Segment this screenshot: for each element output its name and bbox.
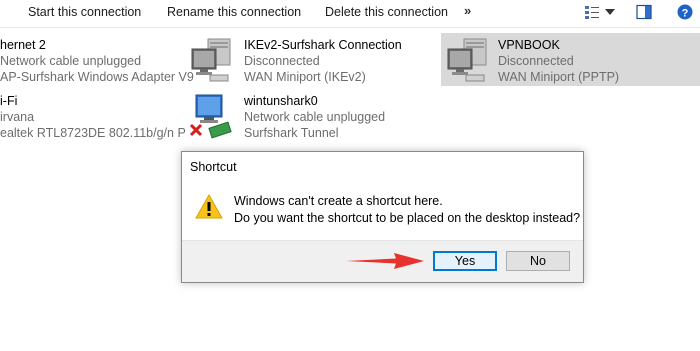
yes-button[interactable]: Yes: [433, 251, 497, 271]
network-computer-icon: [447, 38, 487, 82]
dialog-message-line2: Do you want the shortcut to be placed on…: [234, 211, 581, 225]
connection-name: VPNBOOK: [498, 38, 560, 52]
connection-device: WAN Miniport (PPTP): [498, 70, 620, 84]
network-computer-icon: [191, 38, 231, 82]
warning-icon: [195, 194, 223, 219]
command-bar: Start this connection Rename this connec…: [0, 0, 700, 28]
connection-name: wintunshark0: [244, 94, 318, 108]
change-view-icon[interactable]: [584, 4, 600, 20]
connection-status: Disconnected: [498, 54, 574, 68]
no-button[interactable]: No: [506, 251, 570, 271]
connection-item-wintunshark0[interactable]: wintunshark0 Network cable unplugged Sur…: [188, 91, 418, 140]
dialog-message-line1: Windows can't create a shortcut here.: [234, 194, 443, 208]
svg-text:?: ?: [682, 8, 689, 20]
network-adapter-icon: [189, 94, 232, 139]
preview-pane-icon[interactable]: [636, 4, 652, 20]
chevron-down-icon[interactable]: [605, 9, 615, 15]
connection-device: ealtek RTL8723DE 802.11b/g/n P: [0, 126, 186, 140]
connection-item-wifi[interactable]: i-Fi irvana ealtek RTL8723DE 802.11b/g/n…: [0, 91, 190, 140]
connection-status: irvana: [0, 110, 35, 124]
start-connection-button[interactable]: Start this connection: [28, 5, 141, 19]
rename-connection-button[interactable]: Rename this connection: [167, 5, 301, 19]
connection-item-ikev2[interactable]: IKEv2-Surfshark Connection Disconnected …: [188, 35, 418, 84]
connection-device: Surfshark Tunnel: [244, 126, 339, 140]
connection-item-vpnbook[interactable]: VPNBOOK Disconnected WAN Miniport (PPTP): [441, 33, 700, 86]
delete-connection-button[interactable]: Delete this connection: [325, 5, 448, 19]
connection-status: Disconnected: [244, 54, 320, 68]
connection-device: AP-Surfshark Windows Adapter V9: [0, 70, 194, 84]
connection-name: i-Fi: [0, 94, 18, 108]
annotation-arrow-icon: [346, 253, 424, 269]
dialog-title: Shortcut: [190, 160, 237, 174]
connection-name: hernet 2: [0, 38, 46, 52]
connection-item-ethernet-2[interactable]: hernet 2 Network cable unplugged AP-Surf…: [0, 35, 194, 84]
more-commands-button[interactable]: »: [464, 3, 471, 18]
connection-status: Network cable unplugged: [244, 110, 386, 124]
help-icon[interactable]: ?: [677, 4, 693, 20]
connection-name: IKEv2-Surfshark Connection: [244, 38, 402, 52]
connection-status: Network cable unplugged: [0, 54, 142, 68]
connection-device: WAN Miniport (IKEv2): [244, 70, 366, 84]
